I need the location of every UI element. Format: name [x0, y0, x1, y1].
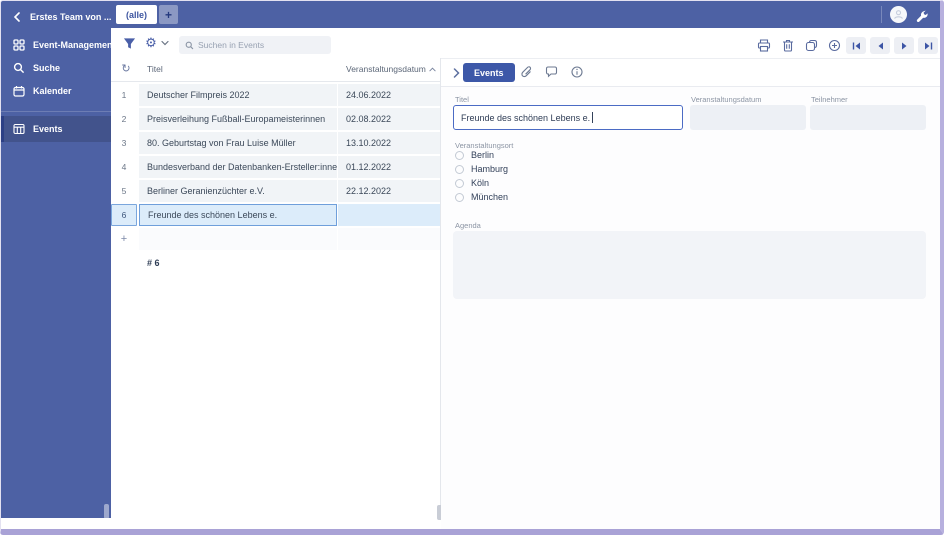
- sidebar-item-label: Events: [33, 124, 63, 134]
- table-row[interactable]: 4 Bundesverband der Datenbanken-Erstelle…: [111, 156, 440, 178]
- add-record-icon[interactable]: [826, 38, 842, 53]
- search-box: [179, 36, 331, 54]
- radio-option-berlin[interactable]: Berlin: [455, 150, 494, 160]
- radio-icon: [455, 192, 464, 202]
- row-number[interactable]: 1: [111, 84, 137, 106]
- field-label-agenda: Agenda: [455, 221, 481, 230]
- table-icon: [12, 123, 25, 136]
- column-header-veranstaltungsdatum[interactable]: Veranstaltungsdatum: [346, 64, 436, 74]
- sidebar-item-label: Event-Management: [33, 39, 116, 50]
- comment-bubble-icon[interactable]: [544, 66, 559, 81]
- team-name: Erstes Team von ...: [30, 11, 112, 22]
- cell-titel[interactable]: Bundesverband der Datenbanken-Ersteller:…: [139, 156, 337, 178]
- record-count: # 6: [147, 258, 160, 268]
- sidebar-item-label: Kalender: [33, 85, 72, 96]
- add-view-tab-button[interactable]: +: [159, 5, 178, 24]
- app-window: Erstes Team von ... Event-Management Suc…: [0, 0, 944, 535]
- radio-option-koeln[interactable]: Köln: [455, 178, 489, 188]
- sidebar-item-suche[interactable]: Suche: [1, 56, 111, 79]
- collapse-chevron-icon[interactable]: [449, 66, 463, 80]
- column-header-titel[interactable]: Titel: [147, 64, 163, 74]
- view-tab-alle[interactable]: (alle): [116, 5, 158, 24]
- teilnehmer-input[interactable]: [810, 105, 926, 130]
- search-icon: [185, 41, 194, 50]
- sidebar: Erstes Team von ... Event-Management Suc…: [1, 1, 116, 519]
- sidebar-separator: [1, 111, 111, 112]
- info-icon[interactable]: [569, 66, 584, 81]
- field-label-veranstaltungsort: Veranstaltungsort: [455, 141, 514, 150]
- add-row-plus-icon[interactable]: +: [111, 228, 137, 250]
- cell-datum[interactable]: 13.10.2022: [338, 132, 440, 154]
- radio-icon: [455, 150, 464, 160]
- row-number[interactable]: 2: [111, 108, 137, 130]
- gear-icon[interactable]: ⚙: [143, 34, 159, 51]
- print-icon[interactable]: [756, 38, 772, 53]
- radio-icon: [455, 164, 464, 174]
- field-label-teilnehmer: Teilnehmer: [811, 95, 848, 104]
- detail-pane: Events Titel Freunde des schönen Lebens …: [441, 58, 940, 529]
- table-row[interactable]: 1 Deutscher Filmpreis 2022 24.06.2022: [111, 84, 440, 106]
- table-rows: 1 Deutscher Filmpreis 2022 24.06.2022 2 …: [111, 84, 440, 268]
- cell-titel[interactable]: Freunde des schönen Lebens e.: [139, 204, 337, 226]
- sidebar-item-events[interactable]: Events: [1, 116, 111, 142]
- row-number[interactable]: 5: [111, 180, 137, 202]
- cell-titel[interactable]: Preisverleihung Fußball-Europameisterinn…: [139, 108, 337, 130]
- calendar-icon: [12, 84, 25, 97]
- duplicate-icon[interactable]: [803, 38, 819, 53]
- table-row[interactable]: 5 Berliner Geranienzüchter e.V. 22.12.20…: [111, 180, 440, 202]
- last-record-icon[interactable]: [918, 37, 938, 54]
- table-row-selected[interactable]: 6 Freunde des schönen Lebens e.: [111, 204, 440, 226]
- filter-icon[interactable]: [121, 35, 137, 51]
- search-input[interactable]: [198, 40, 325, 50]
- user-avatar[interactable]: [890, 6, 907, 23]
- chevron-down-icon[interactable]: [160, 38, 170, 48]
- row-number[interactable]: 6: [111, 204, 137, 226]
- toolbar: ⚙: [111, 28, 940, 58]
- cell-datum[interactable]: 22.12.2022: [338, 180, 440, 202]
- agenda-textarea[interactable]: [453, 231, 926, 299]
- delete-icon[interactable]: [780, 38, 796, 53]
- next-record-icon[interactable]: [894, 37, 914, 54]
- cell-datum[interactable]: 02.08.2022: [338, 108, 440, 130]
- cell-datum[interactable]: 24.06.2022: [338, 84, 440, 106]
- row-number[interactable]: 4: [111, 156, 137, 178]
- attachment-paperclip-icon[interactable]: [519, 66, 534, 81]
- text-cursor: [592, 112, 594, 123]
- previous-record-icon[interactable]: [870, 37, 890, 54]
- radio-option-hamburg[interactable]: Hamburg: [455, 164, 508, 174]
- table-row[interactable]: 3 80. Geburtstag von Frau Luise Müller 1…: [111, 132, 440, 154]
- refresh-icon[interactable]: ↻: [119, 62, 133, 76]
- detail-tab-events[interactable]: Events: [463, 63, 515, 82]
- first-record-icon[interactable]: [846, 37, 866, 54]
- sidebar-item-event-management[interactable]: Event-Management: [1, 33, 116, 56]
- topbar: (alle) +: [111, 1, 940, 28]
- table-row[interactable]: 2 Preisverleihung Fußball-Europameisteri…: [111, 108, 440, 130]
- field-label-veranstaltungsdatum: Veranstaltungsdatum: [691, 95, 762, 104]
- settings-wrench-icon[interactable]: [913, 7, 929, 23]
- radio-option-muenchen[interactable]: München: [455, 192, 508, 202]
- cell-datum[interactable]: 01.12.2022: [338, 156, 440, 178]
- search-icon: [12, 61, 25, 74]
- back-chevron-icon: [10, 10, 23, 23]
- topbar-separator: [881, 6, 882, 23]
- sidebar-item-label: Suche: [33, 62, 61, 73]
- sidebar-item-kalender[interactable]: Kalender: [1, 79, 111, 102]
- field-label-titel: Titel: [455, 95, 469, 104]
- team-switcher[interactable]: Erstes Team von ...: [1, 1, 111, 33]
- cell-titel[interactable]: Deutscher Filmpreis 2022: [139, 84, 337, 106]
- veranstaltungsdatum-input[interactable]: [690, 105, 806, 130]
- cell-titel[interactable]: 80. Geburtstag von Frau Luise Müller: [139, 132, 337, 154]
- cell-datum[interactable]: [338, 204, 440, 226]
- sort-ascending-icon: [429, 66, 436, 72]
- titel-input[interactable]: Freunde des schönen Lebens e.: [453, 105, 683, 130]
- cell-titel[interactable]: Berliner Geranienzüchter e.V.: [139, 180, 337, 202]
- detail-header: Events: [441, 59, 940, 87]
- table-header: ↻ Titel Veranstaltungsdatum: [111, 58, 440, 82]
- grid-icon: [12, 38, 25, 51]
- add-row[interactable]: +: [111, 228, 440, 250]
- sidebar-resize-handle[interactable]: [104, 504, 109, 519]
- table-pane: ↻ Titel Veranstaltungsdatum 1 Deutscher …: [111, 58, 440, 529]
- row-number[interactable]: 3: [111, 132, 137, 154]
- radio-icon: [455, 178, 464, 188]
